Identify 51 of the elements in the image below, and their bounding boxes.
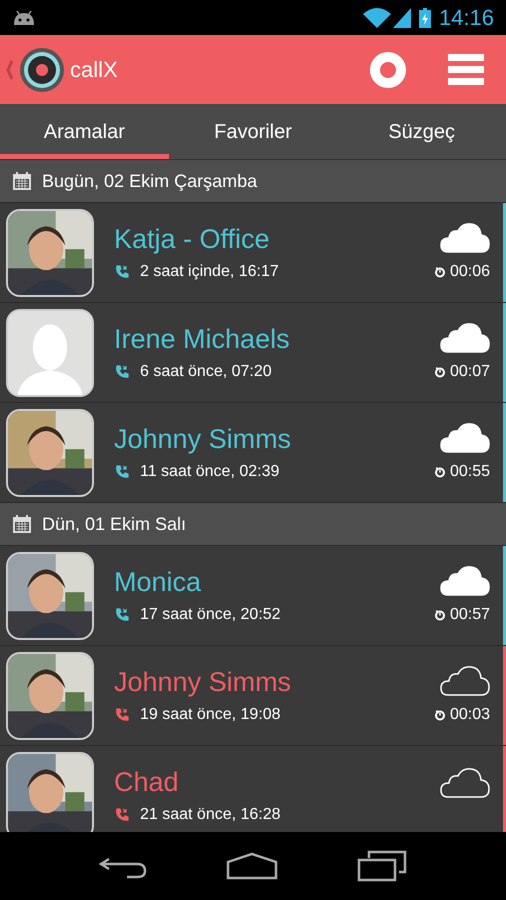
recent-apps-icon[interactable]: [356, 850, 407, 882]
app-logo-icon[interactable]: [6, 46, 66, 92]
home-icon[interactable]: [226, 852, 278, 880]
contact-name: Irene Michaels: [114, 322, 291, 356]
call-duration: 00:57: [450, 604, 490, 624]
timer-icon: [434, 466, 446, 478]
calendar-icon: [12, 514, 32, 534]
call-duration: 00:03: [450, 704, 490, 724]
call-duration: 00:06: [450, 262, 490, 282]
timer-icon: [434, 366, 446, 378]
app-title: callX: [70, 56, 118, 84]
wifi-icon: [362, 8, 391, 28]
call-row[interactable]: Irene Michaels 6 saat önce, 07:20 00:07: [0, 303, 506, 403]
call-arrow-icon: [114, 364, 130, 380]
battery-icon: [418, 8, 431, 28]
contact-name: Chad: [114, 766, 180, 798]
call-arrow-icon: [114, 464, 130, 480]
contact-name: Katja - Office: [114, 222, 271, 256]
call-row[interactable]: Katja - Office 2 saat içinde, 16:17 00:06: [0, 203, 506, 303]
call-time: 2 saat içinde, 16:17: [140, 262, 279, 282]
date-label: Bugün, 02 Ekim Çarşamba: [42, 170, 258, 193]
signal-icon: [392, 8, 411, 28]
tab[interactable]: Favoriler: [168, 104, 338, 159]
call-arrow-icon: [114, 264, 130, 280]
timer-icon: [434, 266, 446, 278]
call-row[interactable]: Johnny Simms 11 saat önce, 02:39 00:55: [0, 403, 506, 503]
call-time: 11 saat önce, 02:39: [140, 462, 280, 482]
contact-name: Johnny Simms: [114, 422, 292, 456]
call-row[interactable]: Johnny Simms 19 saat önce, 19:08 00:03: [0, 646, 506, 746]
tab[interactable]: Süzgeç: [337, 104, 506, 159]
contact-name: Monica: [114, 566, 202, 598]
call-time: 19 saat önce, 19:08: [140, 704, 281, 724]
avatar-silhouette-icon: [6, 308, 94, 396]
menu-icon[interactable]: [448, 54, 484, 86]
call-arrow-icon: [114, 806, 130, 822]
date-label: Dün, 01 Ekim Salı: [42, 512, 186, 536]
call-time: 17 saat önce, 20:52: [140, 604, 281, 624]
call-duration: 00:55: [450, 462, 490, 482]
record-button[interactable]: [370, 52, 406, 88]
contact-name: Johnny Simms: [114, 666, 292, 698]
timer-icon: [434, 708, 446, 720]
call-time: 21 saat önce, 16:28: [140, 804, 281, 824]
call-time: 6 saat önce, 07:20: [140, 362, 272, 382]
timer-icon: [434, 608, 446, 620]
call-arrow-icon: [114, 706, 130, 722]
call-arrow-icon: [114, 606, 130, 622]
android-icon: [12, 10, 36, 26]
clock: 14:16: [438, 4, 494, 32]
calendar-icon: [12, 171, 32, 191]
call-row[interactable]: Monica 17 saat önce, 20:52 00:57: [0, 546, 506, 646]
call-duration: 00:07: [450, 362, 490, 382]
